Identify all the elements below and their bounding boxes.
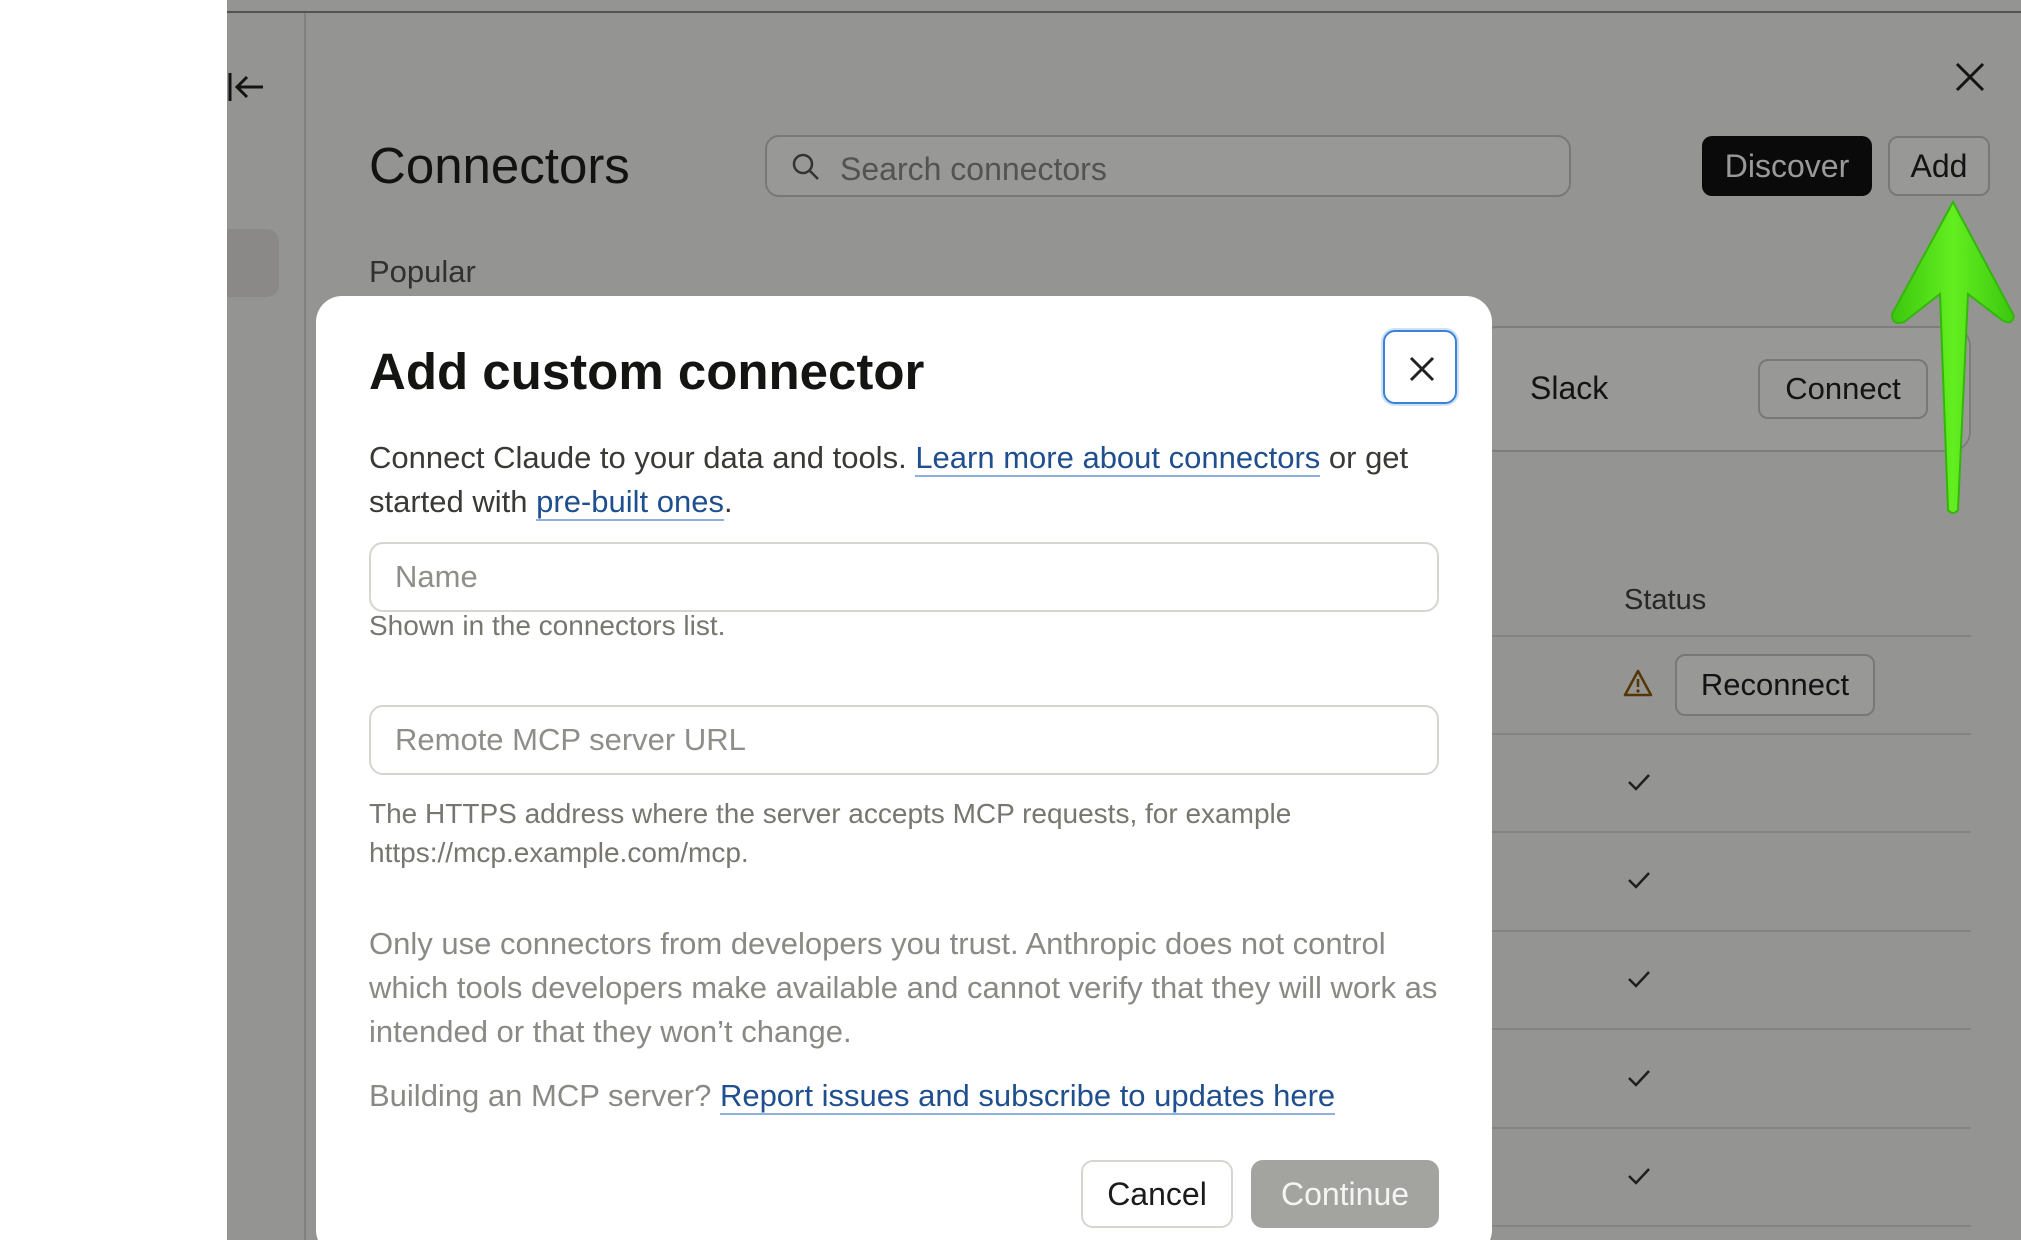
name-field[interactable] xyxy=(369,542,1439,612)
left-blank-area xyxy=(0,0,227,1240)
url-field[interactable] xyxy=(369,705,1439,775)
dialog-close-button[interactable] xyxy=(1383,330,1457,404)
name-hint: Shown in the connectors list. xyxy=(369,610,726,641)
continue-button[interactable]: Continue xyxy=(1251,1160,1439,1228)
cancel-button[interactable]: Cancel xyxy=(1081,1160,1233,1228)
url-input[interactable] xyxy=(395,707,1395,773)
url-hint: The HTTPS address where the server accep… xyxy=(369,798,1292,868)
description-text: . xyxy=(723,484,733,519)
trust-warning: Only use connectors from developers you … xyxy=(369,926,1438,1049)
add-custom-connector-dialog: Add custom connector Connect Claude to y… xyxy=(316,296,1492,1240)
name-input[interactable] xyxy=(395,544,1395,610)
dialog-title: Add custom connector xyxy=(369,343,925,400)
close-icon xyxy=(1409,356,1435,382)
description-text: Connect Claude to your data and tools. xyxy=(369,440,916,475)
report-issues-link[interactable]: Report issues and subscribe to updates h… xyxy=(719,1078,1336,1115)
pre-built-link[interactable]: pre-built ones xyxy=(536,484,724,521)
learn-more-link[interactable]: Learn more about connectors xyxy=(915,440,1321,477)
dialog-description: Connect Claude to your data and tools. L… xyxy=(369,436,1429,524)
building-label: Building an MCP server? xyxy=(369,1078,720,1113)
building-mcp-text: Building an MCP server? Report issues an… xyxy=(369,1078,1336,1115)
arrow-up-annotation xyxy=(1890,199,2016,514)
